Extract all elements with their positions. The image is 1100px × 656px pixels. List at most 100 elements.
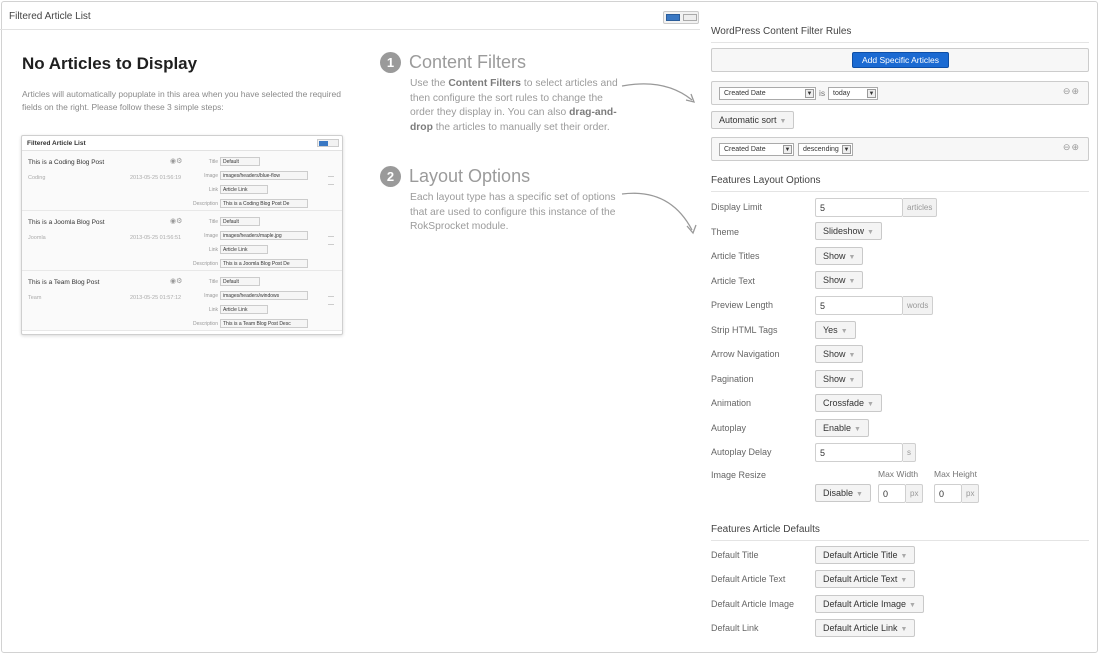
- image-resize-label: Image Resize: [711, 470, 767, 480]
- default-image-dropdown[interactable]: Default Article Image ▼: [815, 595, 924, 613]
- filter-rules-title: WordPress Content Filter Rules: [711, 26, 1089, 43]
- arrow-icon: [621, 192, 697, 235]
- article-titles-label: Article Titles: [711, 251, 760, 261]
- preview-length-suffix: words: [903, 296, 934, 315]
- max-width-unit: px: [906, 484, 924, 503]
- add-articles-box: Add Specific Articles: [711, 48, 1089, 72]
- field-label: Description: [192, 321, 218, 327]
- default-link-dropdown[interactable]: Default Article Link ▼: [815, 619, 916, 637]
- arrow-nav-dropdown[interactable]: Show ▼: [815, 345, 864, 363]
- field-label: Link: [208, 307, 218, 313]
- max-height-unit: px: [962, 484, 980, 503]
- field-value: Default: [220, 217, 260, 226]
- preview-row: This is a Team Blog Post Team 2013-05-25…: [22, 271, 342, 331]
- display-limit-suffix: articles: [903, 198, 938, 217]
- drag-handle-icon: [328, 236, 334, 245]
- filter-field-select[interactable]: Created Date ▼: [719, 87, 816, 100]
- strip-html-label: Strip HTML Tags: [711, 325, 778, 335]
- drag-handle-icon: [328, 296, 334, 305]
- preview-row-date: 2013-05-25 01:57:12: [130, 295, 182, 301]
- caret-down-icon: ▼: [909, 602, 916, 609]
- default-text-label: Default Article Text: [711, 574, 786, 584]
- field-value: Article Link: [220, 185, 268, 194]
- caret-down-icon: ▼: [900, 553, 908, 560]
- default-text-dropdown[interactable]: Default Article Text ▼: [815, 570, 916, 588]
- list-header-title: Filtered Article List: [9, 11, 91, 22]
- add-specific-articles-button[interactable]: Add Specific Articles: [852, 52, 949, 68]
- field-label: Description: [192, 261, 218, 267]
- pagination-dropdown[interactable]: Show ▼: [815, 370, 864, 388]
- display-limit-input[interactable]: 5: [815, 198, 903, 217]
- field-value: Article Link: [220, 305, 268, 314]
- filter-rule-row: Created Date ▼ is today ▼ ⊖⊕: [711, 81, 1089, 105]
- field-label: Description: [192, 201, 218, 207]
- default-title-dropdown[interactable]: Default Article Title ▼: [815, 546, 916, 564]
- image-resize-dropdown[interactable]: Disable ▼: [815, 484, 871, 502]
- eye-gear-icon: ◉⚙: [170, 278, 183, 285]
- layout-options-title: Features Layout Options: [711, 175, 1089, 192]
- article-text-dropdown[interactable]: Show ▼: [815, 271, 864, 289]
- field-value: images/headers/windows: [220, 291, 308, 300]
- drag-handle-icon: [328, 176, 334, 185]
- sort-rule-row: Created Date ▼ descending ▼ ⊖⊕: [711, 137, 1089, 161]
- max-width-input[interactable]: 0: [878, 484, 906, 503]
- step-number: 2: [380, 166, 401, 187]
- preview-row-category: Joomla: [28, 235, 46, 241]
- autoplay-delay-label: Autoplay Delay: [711, 447, 772, 457]
- field-label: Image: [204, 173, 218, 179]
- filter-op: is: [819, 88, 826, 98]
- preview-toggle-icon: [317, 139, 339, 147]
- autoplay-delay-input[interactable]: 5: [815, 443, 903, 462]
- grid-view-icon[interactable]: [683, 14, 697, 21]
- caret-down-icon: ▼: [848, 352, 856, 359]
- arrow-nav-label: Arrow Navigation: [711, 349, 780, 359]
- caret-down-icon: ▼: [848, 278, 856, 285]
- default-title-label: Default Title: [711, 550, 759, 560]
- step-title: Content Filters: [409, 52, 527, 72]
- theme-dropdown[interactable]: Slideshow ▼: [815, 222, 882, 240]
- field-label: Title: [208, 279, 218, 285]
- caret-down-icon: ▼: [805, 89, 814, 98]
- empty-title: No Articles to Display: [22, 54, 198, 73]
- step-text: Use the Content Filters to select articl…: [410, 78, 618, 133]
- caret-down-icon: ▼: [867, 89, 876, 98]
- preview-row-title: This is a Team Blog Post: [28, 279, 100, 286]
- preview-row-title: This is a Joomla Blog Post: [28, 219, 105, 226]
- theme-label: Theme: [711, 227, 740, 237]
- preview-length-input[interactable]: 5: [815, 296, 903, 315]
- preview-length-label: Preview Length: [711, 300, 774, 310]
- article-defaults-title: Features Article Defaults: [711, 524, 1089, 541]
- preview-screenshot: Filtered Article List This is a Coding B…: [21, 135, 343, 335]
- filter-value-select[interactable]: today ▼: [828, 87, 878, 100]
- field-label: Title: [208, 219, 218, 225]
- max-height-input[interactable]: 0: [934, 484, 962, 503]
- autoplay-dropdown[interactable]: Enable ▼: [815, 419, 869, 437]
- animation-dropdown[interactable]: Crossfade ▼: [815, 394, 882, 412]
- article-titles-dropdown[interactable]: Show ▼: [815, 247, 864, 265]
- remove-add-icons[interactable]: ⊖⊕: [1063, 86, 1080, 97]
- article-text-label: Article Text: [711, 276, 755, 286]
- view-toggle[interactable]: [663, 11, 699, 24]
- sort-field-select[interactable]: Created Date ▼: [719, 143, 794, 156]
- caret-down-icon: ▼: [867, 229, 874, 236]
- field-label: Image: [204, 293, 218, 299]
- automatic-sort-button[interactable]: Automatic sort ▼: [711, 111, 795, 129]
- remove-add-icons[interactable]: ⊖⊕: [1063, 142, 1080, 153]
- pagination-label: Pagination: [711, 374, 754, 384]
- animation-label: Animation: [711, 398, 752, 408]
- arrow-icon: [621, 83, 696, 103]
- eye-gear-icon: ◉⚙: [170, 158, 183, 165]
- field-value: Article Link: [220, 245, 268, 254]
- sort-direction-select[interactable]: descending ▼: [798, 143, 853, 156]
- list-view-icon[interactable]: [666, 14, 680, 21]
- caret-down-icon: ▼: [867, 401, 874, 408]
- caret-down-icon: ▼: [842, 145, 851, 154]
- field-value: images/headers/blue-flow: [220, 171, 308, 180]
- field-label: Link: [208, 187, 218, 193]
- preview-row-title: This is a Coding Blog Post: [28, 159, 105, 166]
- strip-html-dropdown[interactable]: Yes ▼: [815, 321, 856, 339]
- field-value: This is a Joomla Blog Post De: [220, 259, 308, 268]
- caret-down-icon: ▼: [900, 626, 908, 633]
- preview-row: This is a Coding Blog Post Coding 2013-0…: [22, 151, 342, 211]
- field-value: This is a Team Blog Post Desc: [220, 319, 308, 328]
